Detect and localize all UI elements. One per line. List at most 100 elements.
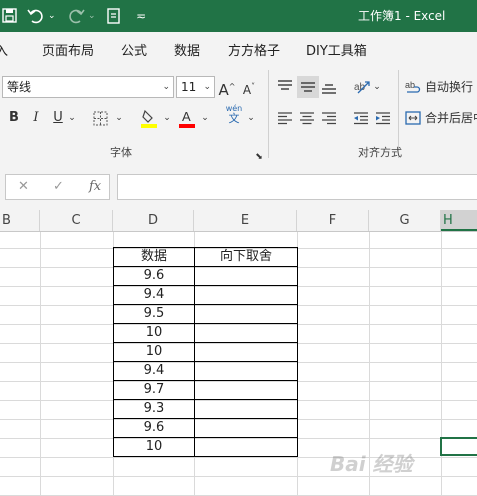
chevron-down-icon[interactable]: ⌄ xyxy=(372,76,382,98)
enter-icon[interactable]: ✓ xyxy=(53,179,64,194)
merge-center-button[interactable]: 合并后居中 xyxy=(425,107,477,129)
chevron-down-icon[interactable]: ⌄ xyxy=(162,107,172,129)
chevron-down-icon[interactable]: ⌄ xyxy=(203,77,211,97)
orientation-icon[interactable]: ab xyxy=(352,76,372,98)
tab-diy-toolbox[interactable]: DIY工具箱 xyxy=(306,40,367,59)
align-top-icon[interactable] xyxy=(276,76,296,98)
table-row: 9.3 xyxy=(113,399,298,419)
shrink-font-label: A xyxy=(242,83,252,97)
font-size-value: 11 xyxy=(181,80,197,94)
chevron-down-icon[interactable]: ⌄ xyxy=(200,107,210,129)
align-bottom-icon[interactable] xyxy=(320,76,340,98)
svg-text:ab: ab xyxy=(405,80,415,90)
save-icon[interactable] xyxy=(2,5,18,27)
font-group-label: 字体 xyxy=(110,146,132,159)
chevron-down-icon[interactable]: ⌄ xyxy=(114,107,124,129)
customize-qat-icon[interactable]: ≂ xyxy=(136,5,146,27)
column-headers: B C D E F G H xyxy=(0,210,477,232)
decrease-indent-icon[interactable] xyxy=(352,107,372,129)
result-cell[interactable] xyxy=(194,361,298,381)
value-cell[interactable]: 9.5 xyxy=(113,304,195,324)
ribbon-tabs: 入 页面布局 公式 数据 方方格子 DIY工具箱 xyxy=(0,32,477,64)
shrink-font-button[interactable]: A˅ xyxy=(240,76,258,98)
undo-icon[interactable] xyxy=(26,5,46,27)
wrap-text-icon[interactable]: ab xyxy=(404,76,422,98)
touch-mode-icon[interactable] xyxy=(106,5,122,27)
tab-fangfang-gezi[interactable]: 方方格子 xyxy=(228,40,280,59)
watermark: Bai 经验 xyxy=(330,452,413,476)
formula-bar: ✕ ✓ fx xyxy=(0,166,477,210)
table-row: 10 xyxy=(113,437,298,457)
dialog-launcher-icon[interactable]: ⬊ xyxy=(254,146,264,168)
value-cell[interactable]: 9.4 xyxy=(113,361,195,381)
value-cell[interactable]: 10 xyxy=(113,323,195,343)
font-name-value: 等线 xyxy=(7,80,32,94)
chevron-down-icon[interactable]: ⌄ xyxy=(67,107,77,129)
border-icon[interactable] xyxy=(92,107,112,129)
value-cell[interactable]: 9.3 xyxy=(113,399,195,419)
column-header-h[interactable]: H xyxy=(441,210,477,231)
increase-indent-icon[interactable] xyxy=(374,107,394,129)
column-header-c[interactable]: C xyxy=(40,210,113,231)
chevron-down-icon[interactable]: ⌄ xyxy=(162,77,170,97)
result-cell[interactable] xyxy=(194,399,298,419)
ribbon: 等线 ⌄ 11 ⌄ A^ A˅ B I U ⌄ ⌄ ⌄ A ⌄ wén 文 ⌄ 字… xyxy=(0,64,477,167)
column-header-f[interactable]: F xyxy=(297,210,369,231)
tab-page-layout[interactable]: 页面布局 xyxy=(42,40,94,59)
column-header-e[interactable]: E xyxy=(194,210,297,231)
value-cell[interactable]: 10 xyxy=(113,342,195,362)
value-cell[interactable]: 10 xyxy=(113,437,195,457)
formula-input[interactable] xyxy=(117,174,477,200)
fill-color-icon[interactable] xyxy=(140,107,160,129)
header-cell-round-down[interactable]: 向下取舍 xyxy=(194,247,298,267)
font-name-combo[interactable]: 等线 ⌄ xyxy=(2,76,174,98)
phonetic-bottom: 文 xyxy=(228,112,240,125)
table-row: 9.6 xyxy=(113,418,298,438)
table-header-row: 数据 向下取舍 xyxy=(113,247,298,267)
table-row: 9.7 xyxy=(113,380,298,400)
font-size-combo[interactable]: 11 ⌄ xyxy=(176,76,215,98)
value-cell[interactable]: 9.7 xyxy=(113,380,195,400)
chevron-down-icon[interactable]: ⌄ xyxy=(246,107,256,129)
result-cell[interactable] xyxy=(194,437,298,457)
insert-function-icon[interactable]: fx xyxy=(89,179,101,194)
column-header-b[interactable]: B xyxy=(0,210,40,231)
svg-text:A: A xyxy=(182,109,191,124)
selected-cell[interactable] xyxy=(440,437,477,456)
value-cell[interactable]: 9.4 xyxy=(113,285,195,305)
cancel-icon[interactable]: ✕ xyxy=(18,179,29,194)
result-cell[interactable] xyxy=(194,304,298,324)
undo-dropdown-icon[interactable]: ⌄ xyxy=(48,5,56,27)
value-cell[interactable]: 9.6 xyxy=(113,266,195,286)
redo-dropdown-icon[interactable]: ⌄ xyxy=(88,5,96,27)
phonetic-guide-icon[interactable]: wén 文 xyxy=(224,104,244,126)
bold-button[interactable]: B xyxy=(6,107,22,129)
column-header-d[interactable]: D xyxy=(113,210,194,231)
align-left-icon[interactable] xyxy=(276,107,296,129)
table-row: 10 xyxy=(113,342,298,362)
result-cell[interactable] xyxy=(194,380,298,400)
tab-data[interactable]: 数据 xyxy=(174,40,200,59)
grow-font-button[interactable]: A^ xyxy=(218,76,236,99)
align-right-icon[interactable] xyxy=(320,107,340,129)
italic-button[interactable]: I xyxy=(28,107,44,129)
font-color-icon[interactable]: A xyxy=(178,107,196,129)
value-cell[interactable]: 9.6 xyxy=(113,418,195,438)
result-cell[interactable] xyxy=(194,342,298,362)
wrap-text-button[interactable]: 自动换行 xyxy=(425,76,473,98)
table-row: 9.6 xyxy=(113,266,298,286)
redo-icon[interactable] xyxy=(66,5,86,27)
column-header-g[interactable]: G xyxy=(369,210,441,231)
tab-formulas[interactable]: 公式 xyxy=(121,40,147,59)
merge-center-icon[interactable] xyxy=(404,107,422,129)
table-row: 9.4 xyxy=(113,361,298,381)
result-cell[interactable] xyxy=(194,266,298,286)
result-cell[interactable] xyxy=(194,418,298,438)
align-center-icon[interactable] xyxy=(298,107,318,129)
result-cell[interactable] xyxy=(194,323,298,343)
tab-insert[interactable]: 入 xyxy=(0,40,8,59)
result-cell[interactable] xyxy=(194,285,298,305)
align-middle-icon[interactable] xyxy=(297,76,319,98)
header-cell-data[interactable]: 数据 xyxy=(113,247,195,267)
underline-button[interactable]: U xyxy=(50,107,66,129)
